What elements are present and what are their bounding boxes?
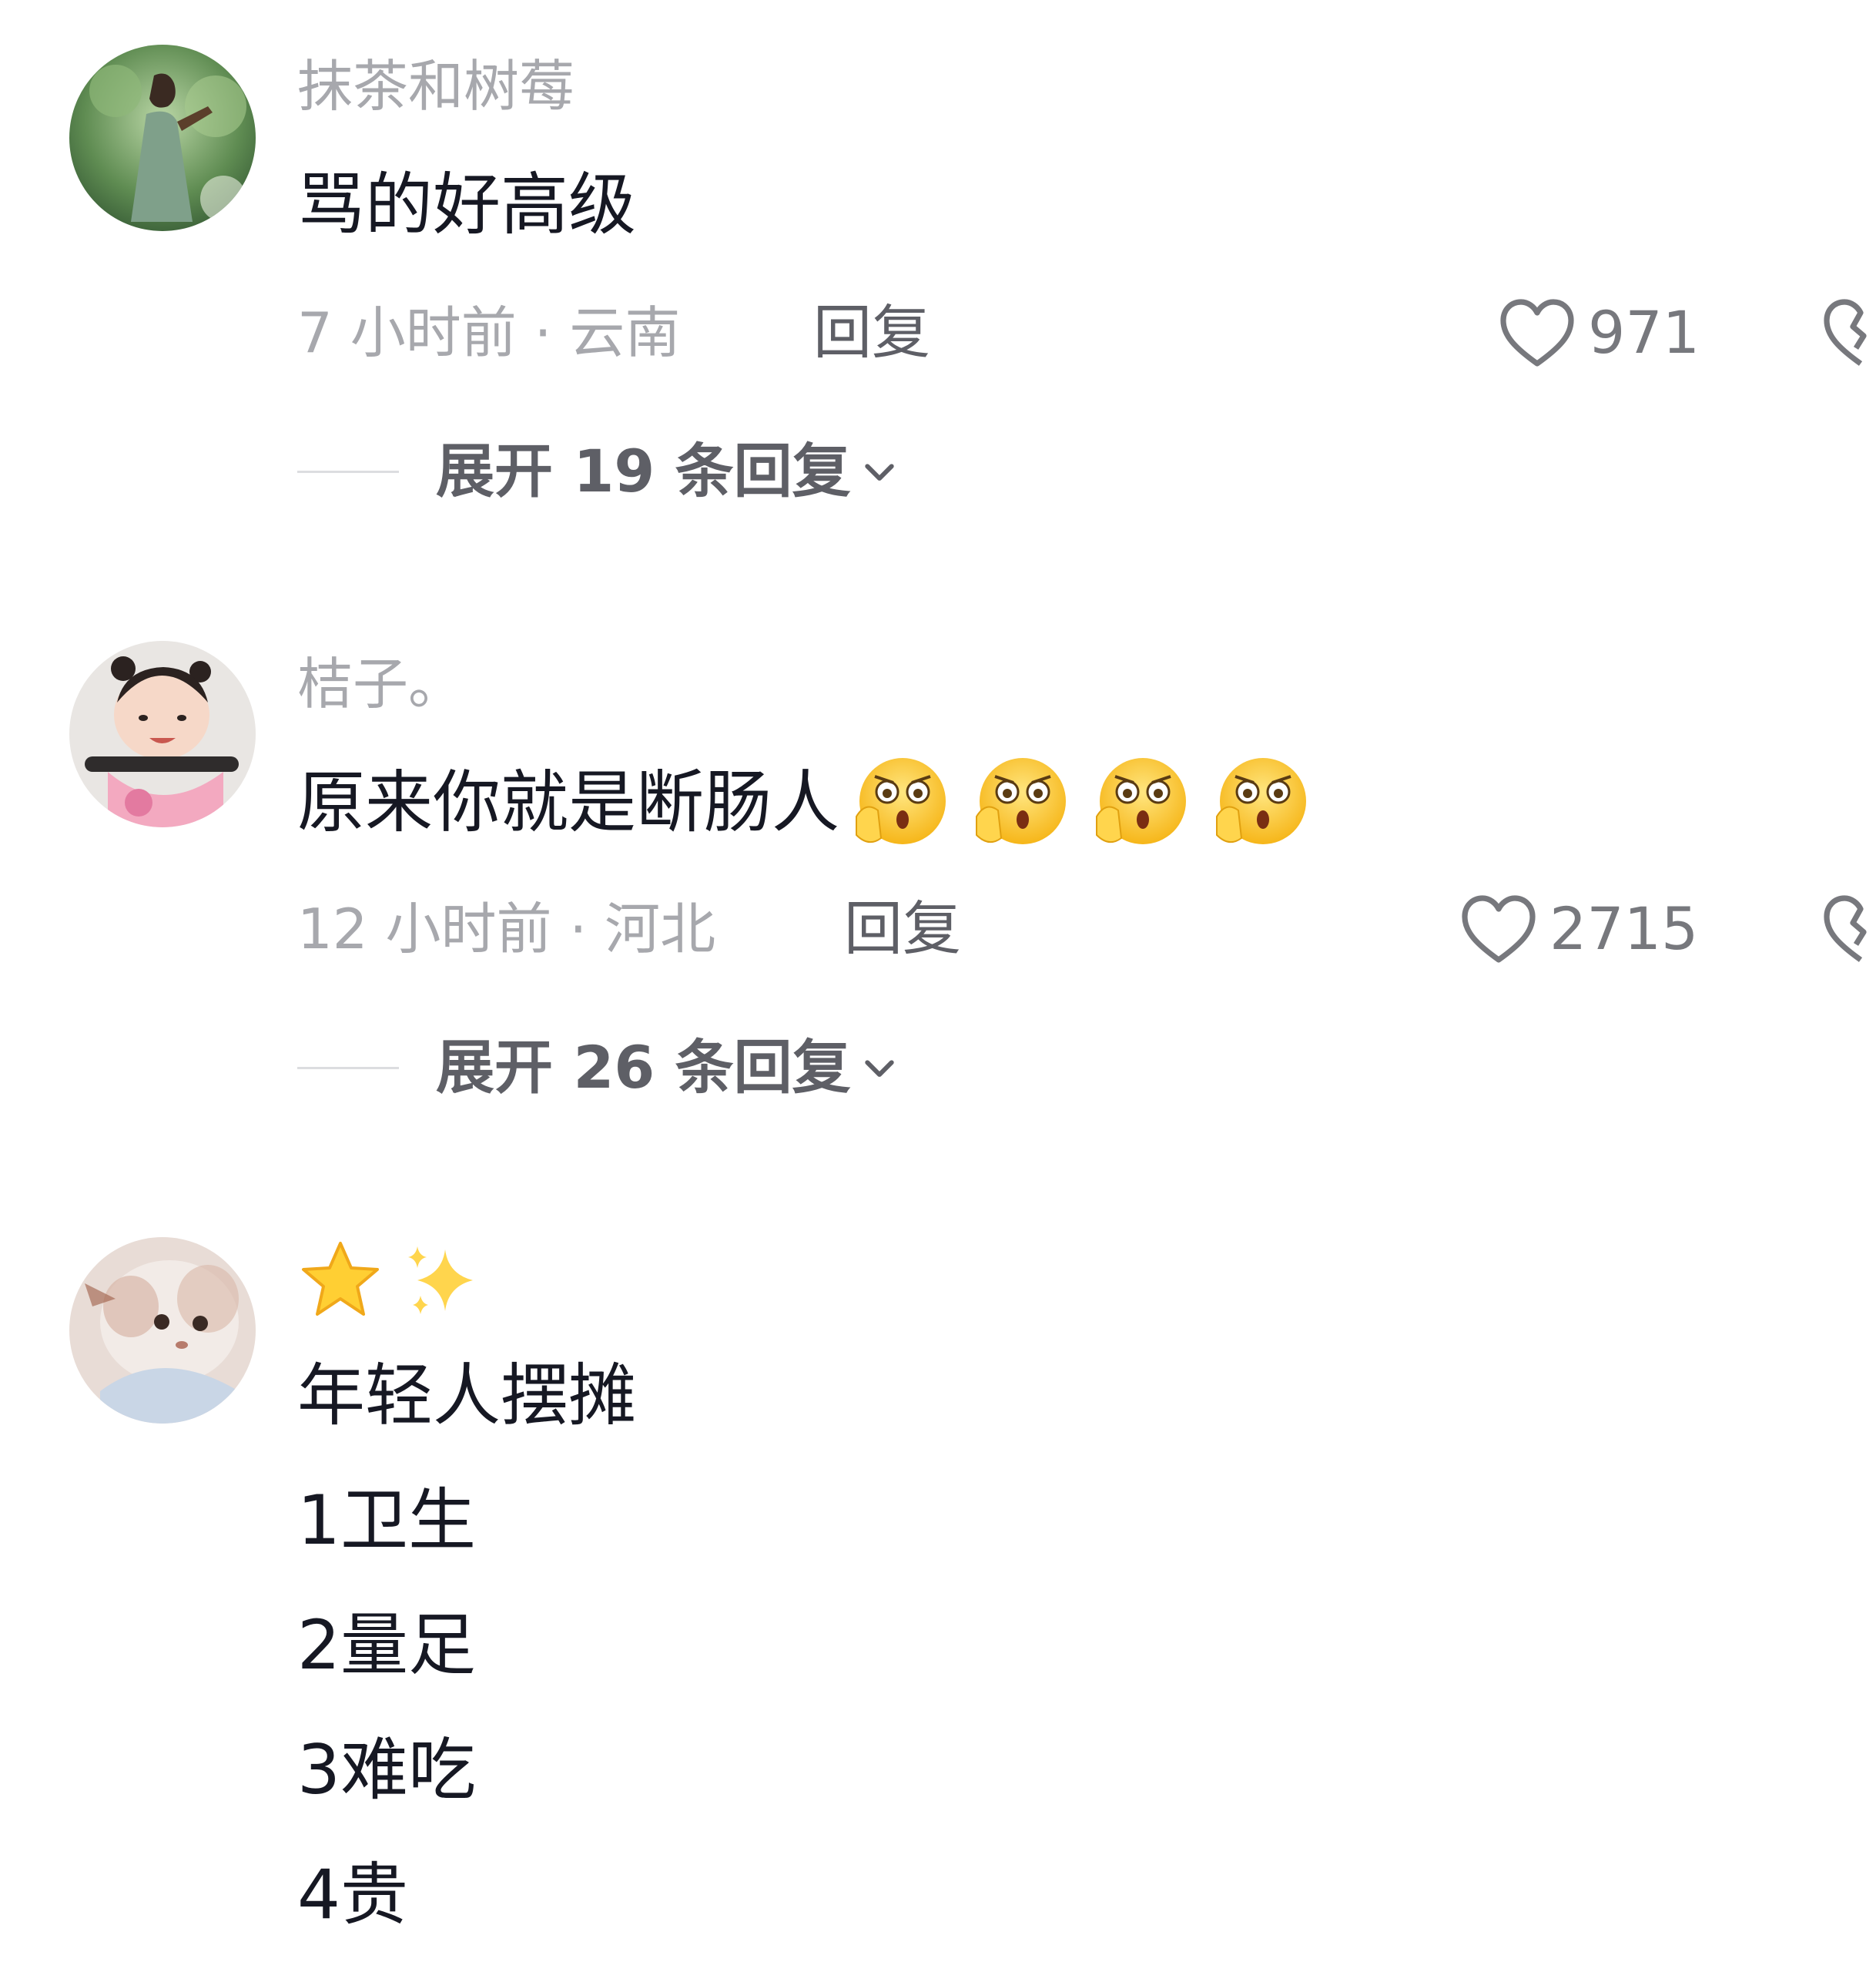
avatar[interactable] [69, 641, 256, 827]
broken-heart-icon[interactable] [1821, 892, 1876, 966]
shocked-face-icon [1096, 758, 1187, 844]
username[interactable] [297, 1237, 501, 1323]
like-count: 971 [1588, 298, 1700, 367]
comment-text-main: 原来你就是断肠人 [297, 763, 840, 842]
avatar[interactable] [69, 45, 256, 231]
comment-text: 年轻人摆摊 [297, 1356, 637, 1435]
emoji-row [844, 749, 1325, 857]
shocked-face-icon [1216, 758, 1307, 844]
comment-text: 原来你就是断肠人 [297, 749, 1325, 857]
username[interactable]: 桔子。 [297, 656, 464, 712]
comment-text: 2量足 [297, 1605, 476, 1685]
comment-text: 1卫生 [297, 1481, 476, 1560]
comment-text: 骂的好高级 [297, 165, 637, 244]
expand-replies[interactable]: 展开 19 条回复 [297, 442, 900, 501]
expand-replies-label: 展开 26 条回复 [436, 1033, 851, 1102]
star-icon [302, 1242, 379, 1316]
divider [297, 1066, 399, 1069]
broken-heart-icon[interactable] [1821, 296, 1876, 370]
heart-icon [1462, 895, 1536, 963]
expand-replies-label: 展开 19 条回复 [436, 437, 851, 505]
chevron-down-icon [865, 1060, 894, 1077]
like-button[interactable]: 971 [1497, 296, 1700, 370]
comment-text: 3难吃 [297, 1730, 476, 1809]
sparkles-icon [408, 1246, 473, 1314]
shocked-face-icon [976, 758, 1067, 844]
comment-meta: 7 小时前 · 云南 [297, 300, 681, 365]
comment-text: 4贵 [297, 1855, 408, 1934]
like-count: 2715 [1549, 894, 1699, 963]
comment-meta: 12 小时前 · 河北 [297, 897, 716, 961]
reply-button[interactable]: 回复 [844, 900, 961, 958]
chevron-down-icon [865, 464, 894, 481]
expand-replies[interactable]: 展开 26 条回复 [297, 1038, 900, 1097]
shocked-face-icon [856, 758, 946, 844]
username[interactable]: 抹茶和树莓 [297, 59, 575, 114]
reply-button[interactable]: 回复 [813, 304, 930, 362]
divider [297, 470, 399, 473]
avatar[interactable] [69, 1237, 256, 1424]
heart-icon [1500, 299, 1574, 367]
like-button[interactable]: 2715 [1459, 892, 1698, 966]
